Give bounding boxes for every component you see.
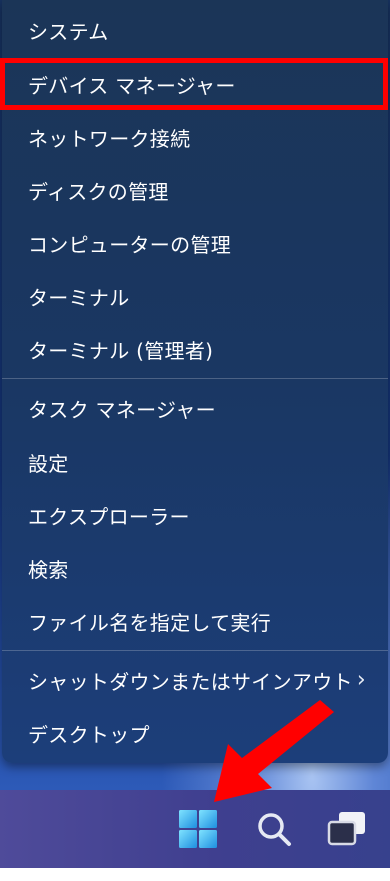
menu-item-label: ターミナル: [28, 285, 130, 310]
menu-item-label: タスク マネージャー: [28, 397, 216, 422]
menu-item-label: 設定: [28, 451, 69, 476]
menu-item-label: 検索: [28, 557, 69, 582]
menu-item-network-connections[interactable]: ネットワーク接続: [2, 112, 388, 162]
windows-start-icon: [179, 810, 217, 848]
menu-item-terminal-admin[interactable]: ターミナル (管理者): [2, 324, 388, 374]
menu-item-disk-management[interactable]: ディスクの管理: [2, 165, 388, 215]
menu-item-desktop[interactable]: デスクトップ: [2, 708, 388, 758]
menu-item-search[interactable]: 検索: [2, 543, 388, 593]
chevron-right-icon: ›: [356, 667, 366, 693]
menu-item-computer-management[interactable]: コンピューターの管理: [2, 218, 388, 268]
menu-item-shutdown-signout[interactable]: シャットダウンまたはサインアウト ›: [2, 655, 388, 705]
menu-item-explorer[interactable]: エクスプローラー: [2, 490, 388, 540]
menu-item-label: シャットダウンまたはサインアウト: [28, 669, 353, 694]
menu-divider: [2, 650, 388, 651]
menu-item-system[interactable]: システム: [2, 5, 388, 55]
menu-item-label: コンピューターの管理: [28, 232, 231, 257]
menu-item-label: デバイス マネージャー: [28, 73, 236, 98]
menu-item-label: エクスプローラー: [28, 504, 190, 529]
menu-item-label: ネットワーク接続: [28, 126, 191, 151]
taskbar-search-button[interactable]: [244, 790, 304, 868]
start-button[interactable]: [168, 790, 228, 868]
menu-divider: [2, 378, 388, 379]
menu-item-device-manager[interactable]: デバイス マネージャー: [2, 59, 388, 109]
menu-item-terminal[interactable]: ターミナル: [2, 271, 388, 321]
task-view-icon: [327, 812, 365, 846]
menu-item-label: ファイル名を指定して実行: [28, 610, 271, 635]
menu-item-label: デスクトップ: [28, 722, 150, 747]
menu-item-task-manager[interactable]: タスク マネージャー: [2, 383, 388, 433]
menu-item-label: システム: [28, 19, 109, 44]
taskbar: [0, 790, 390, 868]
search-icon: [258, 813, 291, 846]
task-view-button[interactable]: [318, 790, 378, 868]
menu-item-settings[interactable]: 設定: [2, 437, 388, 487]
menu-item-run[interactable]: ファイル名を指定して実行: [2, 596, 388, 646]
menu-item-label: ターミナル (管理者): [28, 338, 214, 363]
menu-item-label: ディスクの管理: [28, 179, 169, 204]
winx-context-menu: システム デバイス マネージャー ネットワーク接続 ディスクの管理 コンピュータ…: [2, 0, 388, 763]
